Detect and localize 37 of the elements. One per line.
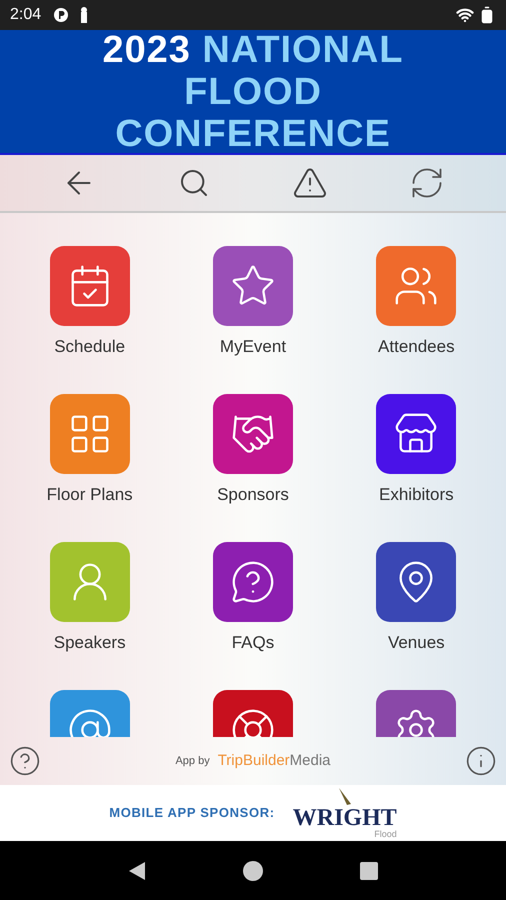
- info-icon: [464, 745, 497, 777]
- help-icon: [9, 745, 41, 777]
- tile-label[interactable]: Floor Plans: [46, 484, 133, 506]
- tile-label[interactable]: Venues: [388, 632, 445, 654]
- sponsor-logo[interactable]: WRIGHT: [292, 807, 397, 829]
- menu-tile[interactable]: [212, 394, 293, 474]
- sponsor-label: MOBILE APP SPONSOR:: [109, 804, 275, 822]
- menu-tile[interactable]: [50, 394, 130, 474]
- tile-label[interactable]: MyEvent: [220, 336, 286, 358]
- menu-tile[interactable]: [50, 246, 130, 326]
- menu-tile[interactable]: [376, 246, 456, 326]
- tile-label[interactable]: Sponsors: [217, 484, 289, 506]
- back-nav-icon[interactable]: [128, 860, 146, 880]
- credit-text: App by: [175, 754, 210, 769]
- question-bubble-icon: [230, 559, 276, 605]
- sponsor-logo-subtitle: Flood: [374, 829, 397, 839]
- menu-tile[interactable]: [212, 542, 293, 622]
- menu-tile[interactable]: [50, 542, 130, 622]
- tile-label[interactable]: Speakers: [54, 632, 126, 654]
- info-button[interactable]: [464, 745, 497, 777]
- feather-icon: [336, 787, 353, 807]
- tile-label[interactable]: Exhibitors: [379, 484, 454, 506]
- clock: 2:04: [10, 5, 42, 25]
- tile-label[interactable]: FAQs: [232, 632, 274, 654]
- developer-logo[interactable]: TripBuilderMedia: [218, 750, 331, 772]
- menu-tile[interactable]: [212, 246, 293, 326]
- tile-label[interactable]: Attendees: [378, 336, 455, 358]
- recents-nav-icon[interactable]: [360, 862, 378, 880]
- help-button[interactable]: [9, 745, 41, 777]
- conference-title: 2023 NATIONAL FLOOD CONFERENCE: [102, 28, 404, 154]
- home-nav-icon[interactable]: [242, 860, 264, 882]
- lock-icon: [79, 6, 90, 24]
- tile-label[interactable]: Schedule: [54, 336, 126, 358]
- menu-tile[interactable]: [376, 542, 456, 622]
- wifi-icon: [456, 6, 474, 24]
- notification-icon: [53, 7, 70, 23]
- menu-tile[interactable]: [376, 394, 456, 474]
